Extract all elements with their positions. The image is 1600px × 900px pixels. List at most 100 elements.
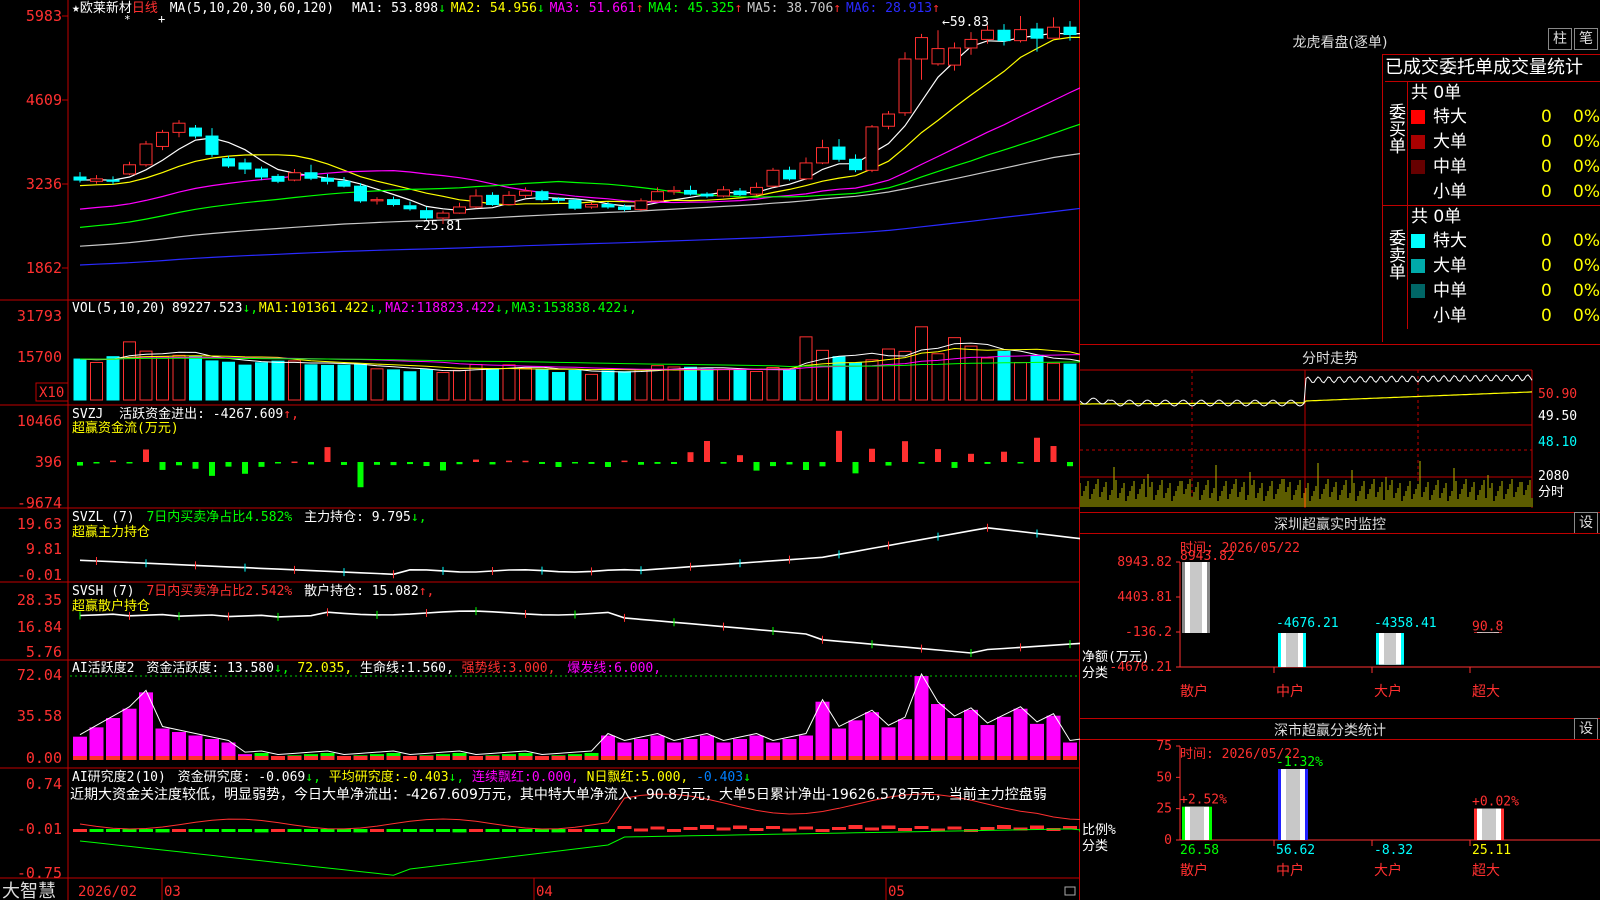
flow-bar (209, 462, 215, 476)
bar-shade (1286, 633, 1298, 667)
research-bar (254, 829, 269, 833)
sz-classify-settings-button[interactable]: 设 (1574, 718, 1598, 740)
research-bar (832, 827, 846, 830)
flow-bar (984, 462, 991, 464)
buy-total: 共 0单 (1411, 83, 1462, 103)
flow-bar (621, 460, 628, 463)
sz-classify-title: 深市超赢分类统计 (1274, 723, 1386, 739)
candle (420, 210, 433, 219)
research-bar (749, 828, 764, 831)
candle (1030, 28, 1044, 39)
flow-bar (687, 452, 694, 462)
activity-base (667, 756, 681, 760)
ai-active-tick: 35.58 (17, 707, 62, 725)
svsh-y-axis: 28.35 16.84 5.76 (17, 591, 62, 661)
candle (486, 194, 499, 206)
chart-category: 散户 (1180, 683, 1208, 700)
research-bar (221, 829, 236, 832)
vol-bar (766, 367, 780, 401)
candle (370, 199, 384, 202)
vol-bar (948, 337, 961, 401)
candle (964, 38, 978, 49)
research-bar (271, 829, 285, 832)
chart-unit: 分类 (1082, 839, 1108, 854)
activity-base (221, 756, 236, 760)
ai-research-tick: -0.75 (17, 864, 62, 882)
activity-base (898, 756, 912, 760)
activity-base (155, 756, 170, 760)
activity-base (238, 756, 252, 760)
activity-base (617, 756, 632, 760)
vol-bar (271, 360, 285, 401)
activity-base (271, 756, 285, 760)
row-count: 0 (1541, 157, 1552, 177)
ratio-change: -1.32% (1276, 755, 1323, 770)
flow-bar (1001, 451, 1007, 462)
ai-research-y-axis: 0.74 -0.01 -0.75 (17, 775, 62, 882)
candle (304, 172, 318, 179)
row-count: 0 (1541, 281, 1552, 301)
candle (601, 204, 615, 208)
vol-bar (106, 356, 120, 401)
flow-bar (555, 462, 562, 468)
lock-icon (1064, 886, 1076, 896)
activity-base (122, 756, 137, 760)
research-bar (584, 829, 599, 832)
ai-research-tick: 0.74 (26, 775, 62, 793)
sell-row: 大单 0 0% (1411, 254, 1600, 278)
bar-mode-button[interactable]: 柱 (1548, 28, 1572, 50)
research-bar (419, 829, 434, 832)
stat-box: 已成交委托单成交量统计 委买单 共 0单 特大 0 0% 大单 0 0% 中单 0 0% 小单 0 0… (1382, 54, 1600, 342)
note-mode-button[interactable]: 笔 (1574, 28, 1598, 50)
chart-y-tick: 25 (1156, 802, 1172, 817)
flow-bar (671, 462, 677, 464)
ratio-bar (1182, 806, 1212, 840)
flow-bar (1050, 446, 1057, 462)
candle (90, 178, 103, 182)
vol-bar (420, 369, 433, 401)
price-header: ★欧莱新材日线 MA(5,10,20,30,60,120) (72, 0, 334, 16)
vol-bar (205, 360, 219, 401)
activity-bar (865, 712, 879, 760)
ma-legend-item: MA2: 54.956↓ (451, 1, 545, 16)
bar-shade (1482, 808, 1496, 840)
flow-bar (704, 440, 710, 462)
color-swatch (1411, 135, 1425, 149)
activity-base (931, 756, 945, 760)
flow-bar (522, 460, 529, 463)
intraday-tick: 50.90 (1538, 387, 1577, 402)
chart-y-tick: 75 (1156, 740, 1172, 754)
activity-base (287, 756, 302, 760)
activity-base (304, 756, 318, 760)
candle (552, 198, 565, 201)
price-plot (73, 16, 1080, 266)
svzj-tick: 396 (35, 453, 62, 471)
research-bar (667, 829, 681, 832)
candle (535, 191, 549, 201)
activity-base (782, 756, 797, 760)
activity-bar (848, 720, 863, 760)
intraday-chart[interactable]: 50.90 49.50 48.10 2080 分时 (1080, 368, 1600, 508)
svzl-line (79, 526, 1080, 576)
main-chart-area[interactable]: 5983 4609 3236 1862 ★欧莱新材日线 MA(5,10,20,3… (0, 0, 1080, 900)
activity-base (634, 756, 648, 760)
sz-monitor-settings-button[interactable]: 设 (1574, 512, 1598, 534)
ai-active-header: AI活跃度2 资金活跃度: 13.580↓, 72.035, 生命线:1.560… (72, 660, 661, 676)
research-bar (353, 829, 368, 833)
activity-base (535, 756, 549, 760)
activity-base (947, 756, 962, 760)
ai-active-y-axis: 72.04 35.58 0.00 (17, 666, 62, 767)
sz-classify-chart[interactable]: 时间: 2026/05/227550250比例%分类散户 中户 大户 超大+2.52%… (1080, 740, 1600, 900)
low-label: ←25.81 (415, 219, 462, 234)
ratio-value: 25.11 (1472, 843, 1511, 858)
sz-monitor-chart[interactable]: 时间: 2026/05/228943.824403.81-136.2-4676.… (1080, 534, 1600, 716)
row-label: 大单 (1433, 256, 1467, 276)
activity-bar (106, 718, 120, 760)
vol-tick: 15700 (17, 348, 62, 366)
candle (882, 113, 895, 127)
vol-bar (915, 326, 928, 401)
row-pct: 0% (1573, 306, 1600, 326)
flow-bar (192, 462, 199, 469)
research-bar (139, 829, 153, 832)
bar-shade (1384, 633, 1396, 665)
